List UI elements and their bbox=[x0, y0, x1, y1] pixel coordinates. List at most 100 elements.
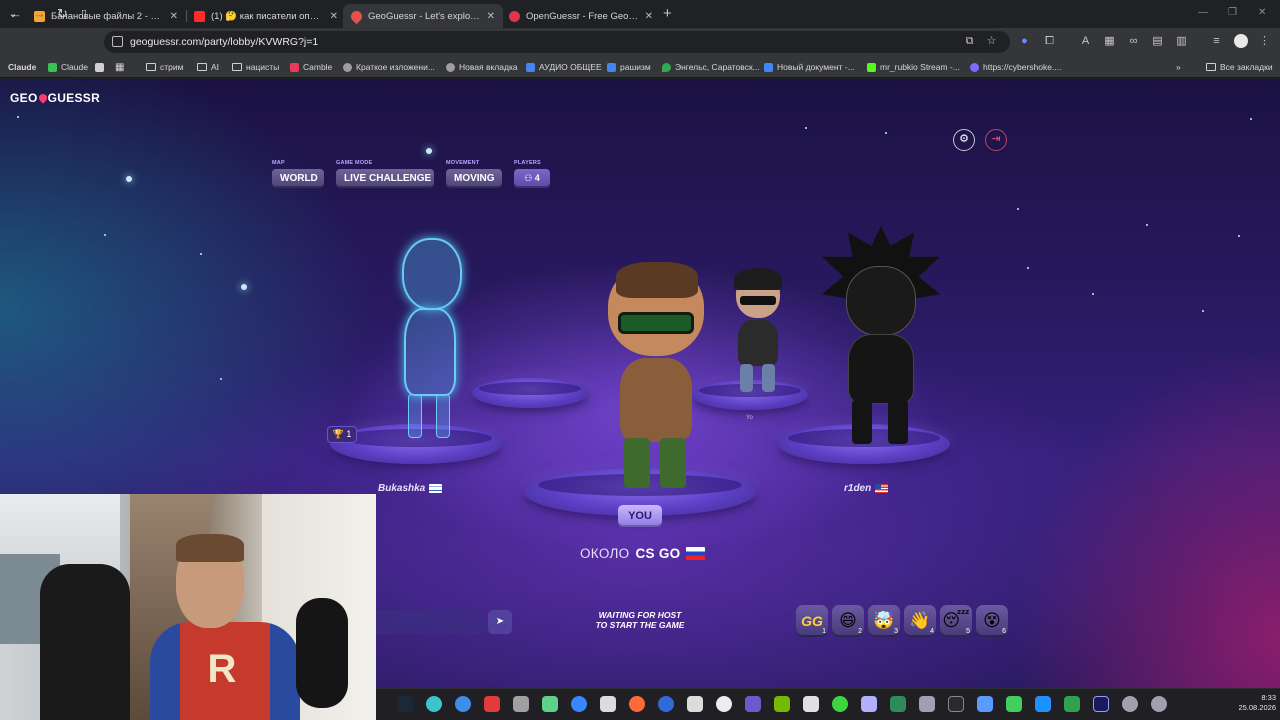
players-chip[interactable]: ⚇ 4 bbox=[514, 169, 550, 188]
reload-icon[interactable]: ↻ bbox=[57, 6, 68, 22]
bookmark-item[interactable]: Camble bbox=[290, 61, 332, 73]
tab-close-icon[interactable]: ✕ bbox=[170, 11, 178, 22]
movement-chip[interactable]: MOVING bbox=[446, 169, 502, 188]
avatar-bukashka[interactable] bbox=[380, 230, 480, 440]
app-icon[interactable] bbox=[745, 696, 761, 712]
bookmark-item[interactable]: АУДИО ОБЩЕЕ bbox=[526, 61, 602, 73]
app-icon[interactable] bbox=[571, 696, 587, 712]
emote-sleep-button[interactable]: 😴 5 bbox=[940, 605, 972, 637]
back-icon[interactable]: ← bbox=[9, 6, 22, 22]
close-window-icon[interactable]: ✕ bbox=[1258, 7, 1266, 18]
site-info-icon[interactable] bbox=[112, 36, 123, 47]
app-icon[interactable] bbox=[1122, 696, 1138, 712]
url-text[interactable]: geoguessr.com/party/lobby/KVWRG?j=1 bbox=[130, 36, 318, 48]
reader-icon[interactable]: ▥ bbox=[1175, 35, 1188, 48]
extension-icon[interactable]: ● bbox=[1018, 35, 1031, 48]
install-app-icon[interactable]: ⧉ bbox=[963, 35, 976, 48]
bookmark-item[interactable]: Краткое изложени... bbox=[343, 61, 435, 73]
new-tab-button[interactable]: + bbox=[663, 6, 672, 21]
bookmark-item[interactable]: mr_rubkio Stream -... bbox=[867, 61, 960, 73]
app-icon[interactable] bbox=[484, 696, 500, 712]
geoguessr-logo[interactable]: GEO GUESSR bbox=[10, 91, 100, 105]
app-icon[interactable] bbox=[861, 696, 877, 712]
bookmark-star-icon[interactable]: ☆ bbox=[985, 35, 998, 48]
sidebar-icon[interactable]: ▯ bbox=[81, 6, 87, 22]
app-icon[interactable] bbox=[658, 696, 674, 712]
chatgpt-icon[interactable] bbox=[716, 696, 732, 712]
emote-gg-button[interactable]: GG 1 bbox=[796, 605, 828, 637]
premiere-icon[interactable] bbox=[1093, 696, 1109, 712]
app-icon[interactable] bbox=[948, 696, 964, 712]
menu-kebab-icon[interactable]: ⋮ bbox=[1258, 35, 1271, 48]
telegram-icon[interactable] bbox=[455, 696, 471, 712]
system-clock[interactable]: 8:33 25.08.2026 bbox=[1224, 693, 1276, 713]
settings-gear-icon[interactable]: ⚙ bbox=[953, 129, 975, 151]
app-icon[interactable] bbox=[1035, 696, 1051, 712]
app-icon[interactable] bbox=[832, 696, 848, 712]
russia-flag-icon bbox=[686, 547, 706, 560]
bookmarks-overflow-icon[interactable]: » bbox=[1176, 61, 1181, 73]
avatar-me[interactable] bbox=[600, 262, 710, 494]
app-icon[interactable] bbox=[890, 696, 906, 712]
bookmark-item[interactable]: ▦ bbox=[115, 61, 124, 73]
app-icon[interactable] bbox=[1006, 696, 1022, 712]
bookmark-item[interactable]: рашизм bbox=[607, 61, 651, 73]
media-controls-icon[interactable]: ≡ bbox=[1210, 35, 1223, 48]
emote-laugh-button[interactable]: 😄 2 bbox=[832, 605, 864, 637]
logo-pin-icon bbox=[36, 92, 49, 104]
bookmark-item[interactable]: Новая вкладка bbox=[446, 61, 518, 73]
minimize-icon[interactable]: — bbox=[1198, 7, 1208, 18]
browser-tab[interactable]: OpenGuessr - Free GeoGuessr ✕ bbox=[501, 4, 661, 28]
users-icon: ⚇ bbox=[524, 173, 535, 183]
tab-close-icon[interactable]: ✕ bbox=[330, 11, 338, 22]
bookmark-folder[interactable]: AI bbox=[197, 61, 219, 73]
tab-title: OpenGuessr - Free GeoGuessr bbox=[526, 10, 639, 22]
bookmark-item[interactable]: https://cybershoke.... bbox=[970, 61, 1061, 73]
app-icon[interactable] bbox=[600, 696, 616, 712]
game-mode-chip[interactable]: LIVE CHALLENGE bbox=[336, 169, 434, 188]
app-icon[interactable] bbox=[687, 696, 703, 712]
chat-input[interactable] bbox=[376, 610, 484, 634]
translate-icon[interactable]: A bbox=[1079, 35, 1092, 48]
emote-mindblown-button[interactable]: 🤯 3 bbox=[868, 605, 900, 637]
forward-icon[interactable]: → bbox=[33, 6, 46, 22]
app-icon[interactable] bbox=[426, 696, 442, 712]
settings-icon[interactable] bbox=[1151, 696, 1167, 712]
grid-extension-icon[interactable]: ▦ bbox=[1103, 35, 1116, 48]
bookmark-item[interactable]: Claude bbox=[48, 61, 88, 73]
app-icon[interactable] bbox=[803, 696, 819, 712]
all-bookmarks-folder[interactable]: Все закладки bbox=[1206, 61, 1273, 73]
extensions-puzzle-icon[interactable]: ⧠ bbox=[1043, 35, 1056, 48]
maximize-icon[interactable]: ❐ bbox=[1228, 7, 1237, 18]
bookmark-item[interactable]: Энгельс, Саратовск... bbox=[662, 61, 760, 73]
map-chip[interactable]: WORLD bbox=[272, 169, 324, 188]
bookmark-item[interactable]: Новый документ -... bbox=[764, 61, 855, 73]
profile-avatar[interactable] bbox=[1234, 34, 1248, 48]
app-icon[interactable] bbox=[629, 696, 645, 712]
cybershoke-icon bbox=[970, 62, 979, 72]
emote-dizzy-button[interactable]: 😵 6 bbox=[976, 605, 1008, 637]
bookmark-item[interactable]: Claude bbox=[8, 61, 36, 73]
nvidia-icon[interactable] bbox=[774, 696, 790, 712]
link-icon[interactable]: ∞ bbox=[1127, 35, 1140, 48]
browser-tab-active[interactable]: GeoGuessr - Let's explore the w ✕ bbox=[343, 4, 503, 28]
tab-close-icon[interactable]: ✕ bbox=[645, 11, 653, 22]
app-icon[interactable] bbox=[919, 696, 935, 712]
browser-tab[interactable]: (1) 🤔 как писатели описыва ✕ bbox=[186, 4, 346, 28]
bookmark-item[interactable] bbox=[95, 61, 104, 73]
avatar-yo[interactable] bbox=[728, 268, 788, 394]
terminal-icon[interactable] bbox=[513, 696, 529, 712]
send-message-icon[interactable]: ➤ bbox=[488, 610, 512, 634]
browser-tab[interactable]: Банановые файлы 2 - sansgot ✕ bbox=[26, 4, 186, 28]
leave-party-icon[interactable]: ⇥ bbox=[985, 129, 1007, 151]
steam-icon[interactable] bbox=[397, 696, 413, 712]
calendar-extension-icon[interactable]: ▤ bbox=[1151, 35, 1164, 48]
avatar-r1den[interactable] bbox=[816, 226, 946, 446]
emote-wave-button[interactable]: 👋 4 bbox=[904, 605, 936, 637]
bookmark-folder[interactable]: стрим bbox=[146, 61, 183, 73]
app-icon[interactable] bbox=[542, 696, 558, 712]
bookmark-folder[interactable]: нацисты bbox=[232, 61, 279, 73]
app-icon[interactable] bbox=[977, 696, 993, 712]
tab-close-icon[interactable]: ✕ bbox=[487, 11, 495, 22]
app-icon[interactable] bbox=[1064, 696, 1080, 712]
